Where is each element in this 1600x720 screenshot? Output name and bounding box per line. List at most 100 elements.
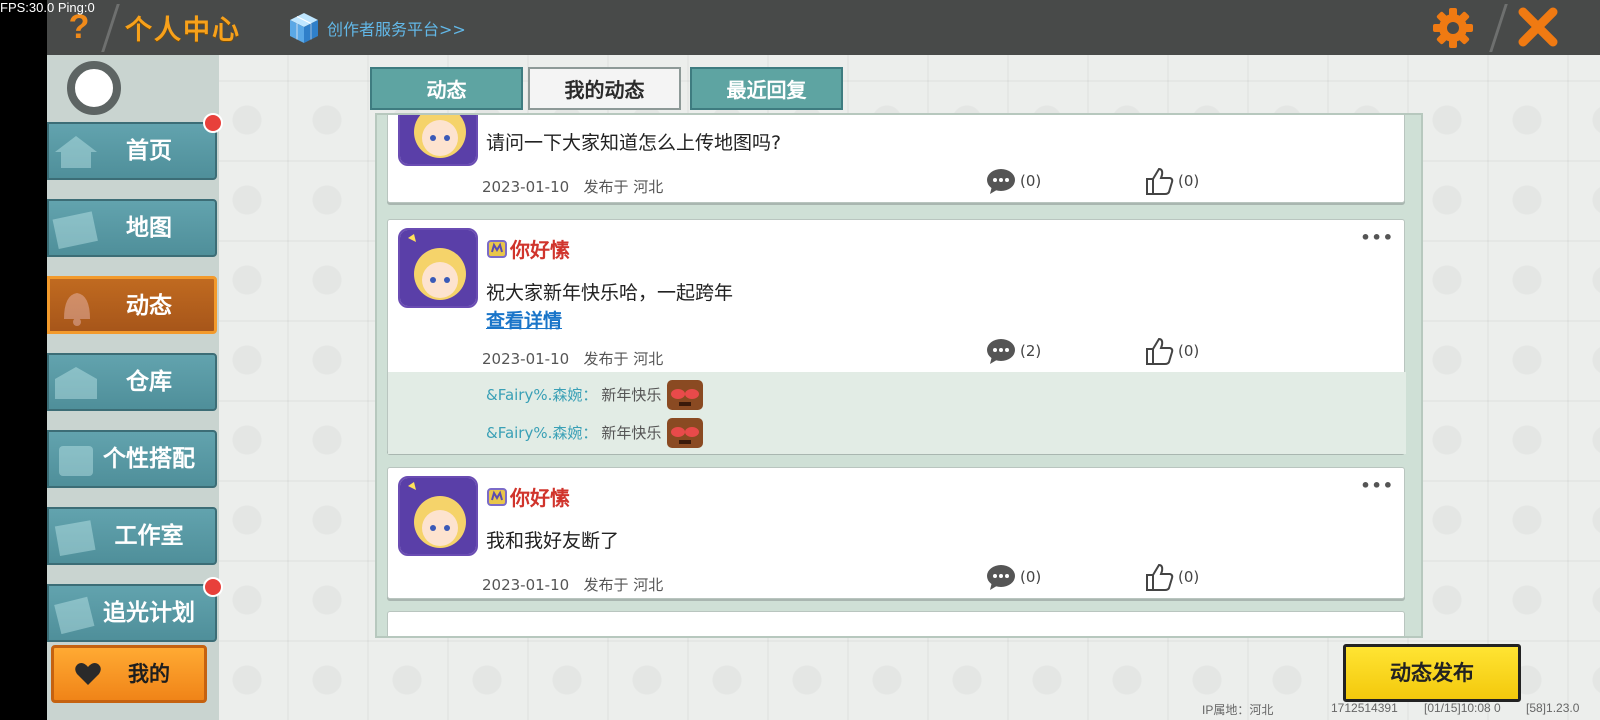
post-text: 祝大家新年快乐哈，一起跨年 (486, 282, 734, 304)
sidebar-item-label: 个性搭配 (103, 446, 195, 472)
user-id: 1712514391 (1331, 701, 1398, 715)
notification-dot (203, 113, 223, 133)
comment-count: (0) (1020, 172, 1042, 190)
reply-item[interactable]: &Fairy%.森婉： 新年快乐 (486, 414, 705, 450)
comment-count: (2) (1020, 342, 1042, 360)
tab-my-feed[interactable]: 我的动态 (528, 67, 681, 110)
sidebar-item-label: 首页 (126, 138, 172, 164)
tab-feed[interactable]: 动态 (370, 67, 523, 110)
like-button[interactable]: (0) (1144, 336, 1199, 366)
reply-text: 新年快乐 (601, 385, 662, 404)
post-author[interactable]: 你好愫 (486, 482, 570, 511)
avatar[interactable] (398, 476, 478, 556)
comment-button[interactable]: (0) (986, 564, 1041, 590)
sidebar-item-label: 动态 (126, 293, 172, 319)
tab-recent-replies[interactable]: 最近回复 (690, 67, 843, 110)
post-author[interactable]: 你好愫 (486, 234, 570, 263)
post-location: 发布于 河北 (583, 178, 664, 196)
author-name: 你好愫 (510, 238, 570, 262)
sidebar-item-studio[interactable]: 工作室 (47, 507, 217, 565)
sidebar-item-home[interactable]: 首页 (47, 122, 217, 180)
app-root: ? 个人中心 创作者服务平台>> 首页 地图 动态 仓库 个性搭配 工作室 追光… (47, 0, 1600, 720)
view-details-link[interactable]: 查看详情 (486, 306, 562, 333)
reply-author: &Fairy%.森婉： (486, 423, 598, 442)
more-options-icon[interactable]: ••• (1360, 476, 1394, 495)
close-icon (1518, 7, 1558, 47)
reply-item[interactable]: &Fairy%.森婉： 新年快乐 (486, 376, 705, 412)
version-info: [58]1.23.0 (1526, 701, 1580, 715)
user-avatar-icon (400, 115, 476, 164)
post-location: 发布于 河北 (583, 576, 664, 594)
avatar[interactable] (398, 115, 478, 166)
heart-icon (75, 663, 101, 685)
like-button[interactable]: (0) (1144, 562, 1199, 592)
post-date: 2023-01-10 (482, 350, 570, 368)
top-bar: ? 个人中心 创作者服务平台>> (47, 0, 1600, 55)
header-divider (1489, 4, 1508, 52)
fps-readout: FPS:30.0 (0, 0, 55, 15)
header-divider (101, 4, 120, 52)
thumbs-up-icon (1146, 167, 1174, 195)
post-date: 2023-01-10 (482, 576, 570, 594)
comment-icon (987, 565, 1015, 590)
settings-button[interactable] (1431, 6, 1475, 50)
reply-author: &Fairy%.森婉： (486, 385, 598, 404)
thumbs-up-icon (1146, 563, 1174, 591)
post-card: 请问一下大家知道怎么上传地图吗? 2023-01-10 发布于 河北 (0) (… (387, 115, 1405, 203)
mine-button[interactable]: 我的 (51, 645, 207, 703)
comment-button[interactable]: (0) (986, 168, 1041, 194)
comment-icon (987, 169, 1015, 194)
sidebar-item-warehouse[interactable]: 仓库 (47, 353, 217, 411)
more-options-icon[interactable]: ••• (1360, 228, 1394, 247)
avatar[interactable] (67, 61, 121, 115)
comment-button[interactable]: (2) (986, 338, 1041, 364)
sidebar-item-light-plan[interactable]: 追光计划 (47, 584, 217, 642)
comment-count: (0) (1020, 568, 1042, 586)
like-count: (0) (1178, 568, 1200, 586)
debug-overlay: FPS:30.0 Ping:0 (0, 0, 95, 15)
post-date: 2023-01-10 (482, 178, 570, 196)
post-meta: 2023-01-10 发布于 河北 (482, 348, 663, 369)
like-button[interactable]: (0) (1144, 166, 1199, 196)
publish-post-button[interactable]: 动态发布 (1343, 644, 1521, 702)
post-text: 请问一下大家知道怎么上传地图吗? (486, 132, 782, 154)
ip-location: IP属地：河北 (1202, 703, 1274, 717)
author-name: 你好愫 (510, 486, 570, 510)
sidebar-item-label: 工作室 (114, 523, 184, 549)
server-time: [01/15]10:08 0 (1424, 701, 1501, 715)
feed-list[interactable]: 请问一下大家知道怎么上传地图吗? 2023-01-10 发布于 河北 (0) (… (375, 113, 1423, 638)
cube-icon (290, 13, 318, 43)
post-meta: 2023-01-10 发布于 河北 (482, 574, 663, 595)
reply-text: 新年快乐 (601, 423, 662, 442)
sidebar-item-map[interactable]: 地图 (47, 199, 217, 257)
sidebar-item-feed[interactable]: 动态 (47, 276, 217, 334)
reply-list: &Fairy%.森婉： 新年快乐 &Fairy%.森婉： 新年快乐 (388, 372, 1406, 454)
notification-dot (203, 577, 223, 597)
close-button[interactable] (1515, 4, 1561, 50)
page-title: 个人中心 (125, 15, 241, 46)
gear-icon (1433, 8, 1473, 48)
post-card (387, 611, 1405, 636)
ping-readout: Ping:0 (57, 0, 95, 15)
sidebar-item-label: 仓库 (126, 369, 172, 395)
post-text: 我和我好友断了 (486, 530, 620, 552)
avatar[interactable] (398, 228, 478, 308)
user-avatar-icon (400, 230, 476, 306)
emoji-sticker-icon (667, 418, 704, 448)
like-count: (0) (1178, 172, 1200, 190)
user-avatar-icon (400, 478, 476, 554)
creator-platform-link[interactable]: 创作者服务平台>> (287, 10, 466, 46)
emoji-sticker-icon (667, 380, 704, 410)
sidebar-item-label: 地图 (126, 215, 172, 241)
thumbs-up-icon (1146, 337, 1174, 365)
comment-icon (987, 339, 1015, 364)
creator-link-label: 创作者服务平台>> (327, 20, 466, 39)
post-card: ••• 你好愫 我和我好友断了 2023-01-10 发布于 河北 (0) (0… (387, 467, 1405, 599)
post-card: ••• 你好愫 祝大家新年快乐哈，一起跨年 查看详情 2023-01-10 发布… (387, 219, 1406, 454)
sidebar-item-outfit[interactable]: 个性搭配 (47, 430, 217, 488)
sidebar: 首页 地图 动态 仓库 个性搭配 工作室 追光计划 我的 (47, 55, 219, 720)
like-count: (0) (1178, 342, 1200, 360)
badge-icon (487, 487, 507, 506)
badge-icon (487, 239, 507, 258)
post-location: 发布于 河北 (583, 350, 664, 368)
